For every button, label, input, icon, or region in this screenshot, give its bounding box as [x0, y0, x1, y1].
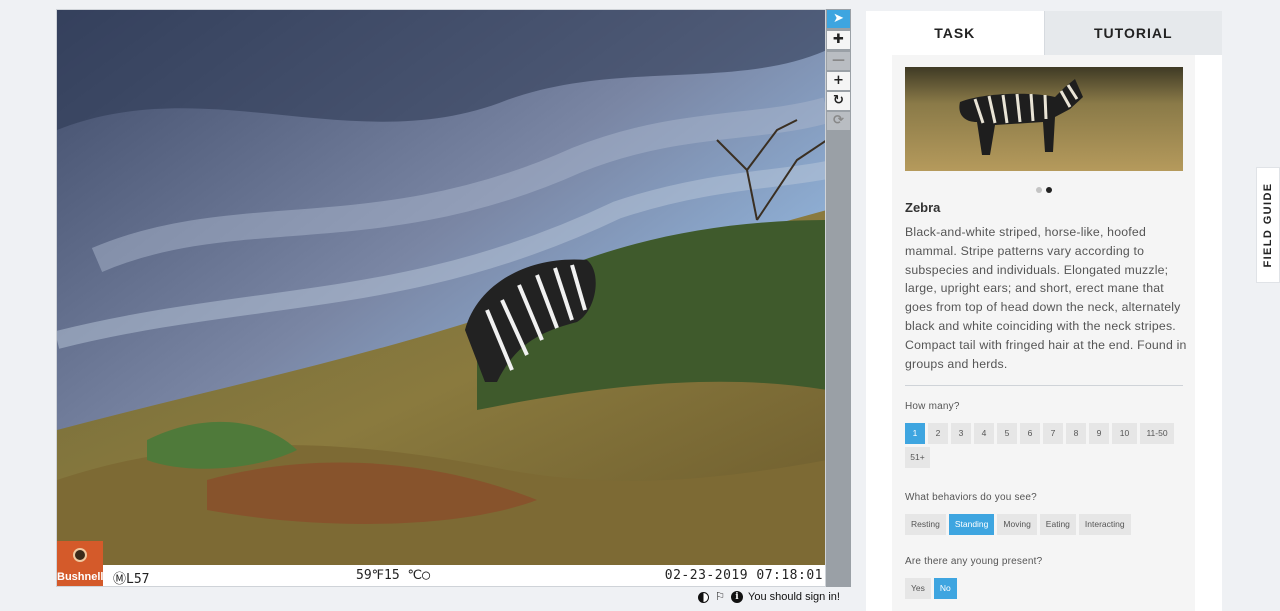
how-many-options: 1 2 3 4 5 6 7 8 9 10 11-50 51+: [905, 423, 1187, 468]
count-option-51-plus[interactable]: 51+: [905, 447, 930, 468]
count-option-9[interactable]: 9: [1089, 423, 1109, 444]
divider: [905, 385, 1183, 386]
behavior-options: Resting Standing Moving Eating Interacti…: [905, 514, 1187, 535]
sign-in-notice[interactable]: You should sign in!: [748, 591, 840, 603]
carousel-dot-active[interactable]: [1045, 187, 1052, 193]
pointer-icon[interactable]: ➤: [827, 10, 850, 28]
carousel-dot[interactable]: [1035, 187, 1042, 193]
count-option-6[interactable]: 6: [1020, 423, 1040, 444]
count-option-2[interactable]: 2: [928, 423, 948, 444]
task-panel: TASK TUTORIAL Zebra Black-and-white stri…: [866, 11, 1222, 611]
question-young: Are there any young present?: [905, 556, 1043, 567]
image-toolbar: ➤ ✚ — + ↻ ⟳: [826, 9, 851, 587]
count-option-10[interactable]: 10: [1112, 423, 1137, 444]
bushnell-logo: Bushnell: [57, 541, 103, 586]
young-no[interactable]: No: [933, 578, 957, 599]
info-icon[interactable]: i: [731, 591, 743, 603]
field-guide-button[interactable]: FIELD GUIDE: [1256, 167, 1280, 283]
species-example-image: [905, 67, 1183, 171]
tab-task[interactable]: TASK: [866, 11, 1044, 55]
camera-info-bar: Bushnell ⓂL57 59℉15 ℃◯ 02-23-2019 07:18:…: [57, 541, 825, 587]
tab-tutorial[interactable]: TUTORIAL: [1043, 11, 1222, 55]
carousel-dots: [892, 178, 1195, 197]
field-guide-label: FIELD GUIDE: [1262, 182, 1274, 268]
behavior-interacting[interactable]: Interacting: [1078, 514, 1131, 535]
reset-icon[interactable]: ⟳: [827, 112, 850, 130]
species-description: Black-and-white striped, horse-like, hoo…: [905, 225, 1187, 371]
behavior-moving[interactable]: Moving: [997, 514, 1037, 535]
count-option-7[interactable]: 7: [1043, 423, 1063, 444]
count-option-4[interactable]: 4: [974, 423, 994, 444]
rotate-icon[interactable]: ↻: [827, 92, 850, 110]
behavior-resting[interactable]: Resting: [905, 514, 946, 535]
temperature-readout: 59℉15 ℃◯: [356, 568, 430, 583]
young-options: Yes No: [905, 578, 1187, 599]
capture-datetime: 02-23-2019 07:18:01: [664, 568, 823, 583]
count-option-11-50[interactable]: 11-50: [1140, 423, 1174, 444]
invert-icon[interactable]: [698, 591, 709, 603]
count-option-8[interactable]: 8: [1066, 423, 1086, 444]
behavior-standing[interactable]: Standing: [948, 514, 995, 535]
task-content: Zebra Black-and-white striped, horse-lik…: [892, 55, 1195, 611]
count-option-3[interactable]: 3: [951, 423, 971, 444]
young-yes[interactable]: Yes: [905, 578, 931, 599]
species-name: Zebra: [905, 200, 941, 215]
zoom-in-icon[interactable]: +: [827, 72, 850, 90]
behavior-eating[interactable]: Eating: [1039, 514, 1076, 535]
question-behaviors: What behaviors do you see?: [905, 492, 1037, 503]
zoom-out-icon[interactable]: —: [827, 52, 850, 70]
count-option-1[interactable]: 1: [905, 423, 925, 444]
question-how-many: How many?: [905, 401, 960, 412]
camera-trap-photo[interactable]: [57, 10, 825, 565]
subject-actions: ⚐ i You should sign in!: [698, 589, 840, 605]
subject-viewer[interactable]: Bushnell ⓂL57 59℉15 ℃◯ 02-23-2019 07:18:…: [56, 9, 826, 587]
panel-tabs: TASK TUTORIAL: [866, 11, 1222, 55]
camera-id: ⓂL57: [113, 572, 150, 587]
flag-icon[interactable]: ⚐: [714, 591, 726, 603]
move-icon[interactable]: ✚: [827, 31, 850, 49]
count-option-5[interactable]: 5: [997, 423, 1017, 444]
